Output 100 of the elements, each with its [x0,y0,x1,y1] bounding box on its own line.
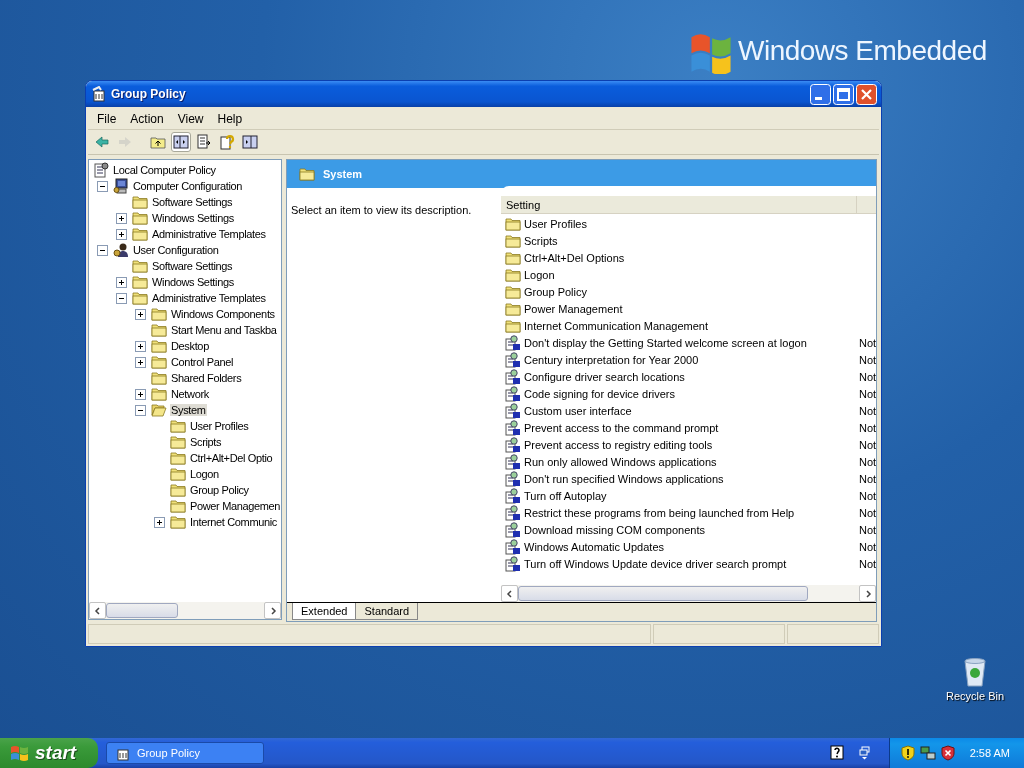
desktop-icon-label[interactable]: Recycle Bin [945,690,1005,702]
maximize-button[interactable] [833,83,854,105]
tree-item[interactable]: System [170,404,207,416]
setting-icon [505,368,521,385]
setting-icon [505,538,521,555]
expand-toggle[interactable] [135,356,146,368]
setting-state: Not [859,387,876,400]
setting-icon [505,555,521,572]
close-button[interactable] [856,83,877,105]
tree-item[interactable]: Start Menu and Taskba [170,324,278,336]
collapse-toggle[interactable] [135,404,146,416]
folder-icon [132,210,148,226]
expand-toggle[interactable] [135,340,146,352]
chevron-right-icon [863,589,872,598]
tree-item[interactable]: Control Panel [170,356,235,368]
setting-name[interactable]: Internet Communication Management [524,319,876,332]
collapse-toggle[interactable] [116,292,127,304]
tree-item[interactable]: Internet Communic [189,516,278,528]
tree-item[interactable]: Computer Configuration [132,180,244,192]
expand-toggle[interactable] [116,276,127,288]
setting-name[interactable]: Century interpretation for Year 2000 [524,353,856,366]
tree-item[interactable]: Software Settings [151,196,234,208]
setting-name[interactable]: Prevent access to the command prompt [524,421,856,434]
tree-item[interactable]: Local Computer Policy [112,164,217,176]
expand-toggle[interactable] [154,516,165,528]
setting-name[interactable]: Power Management [524,302,876,315]
setting-name[interactable]: Turn off Autoplay [524,489,856,502]
setting-name[interactable]: Prevent access to registry editing tools [524,438,856,451]
menu-item[interactable]: Action [123,110,171,128]
export-list-icon [196,134,212,150]
tree-item[interactable]: Shared Folders [170,372,243,384]
setting-name[interactable]: Code signing for device drivers [524,387,856,400]
menu-item[interactable]: View [170,110,211,128]
scroll-left-button[interactable] [501,585,518,602]
view-tab[interactable]: Standard [355,603,419,620]
collapse-toggle[interactable] [97,180,108,192]
tree-item[interactable]: Windows Settings [151,276,235,288]
setting-state: Not [859,557,876,570]
setting-name[interactable]: Turn off Windows Update device driver search prompt [524,557,856,570]
tree-item[interactable]: Software Settings [151,260,234,272]
setting-name[interactable]: Download missing COM components [524,523,856,536]
tree-item[interactable]: Desktop [170,340,210,352]
tree-item[interactable]: User Profiles [189,420,250,432]
chevron-left-icon [505,589,514,598]
folder-icon [299,166,315,182]
help-icon[interactable] [828,745,845,761]
windows-icon[interactable] [856,745,873,761]
start-button[interactable]: start [0,738,98,768]
view-tab[interactable]: Extended [292,603,357,620]
tree-item[interactable]: Group Policy [189,484,250,496]
setting-name[interactable]: User Profiles [524,217,876,230]
tree-item[interactable]: Network [170,388,210,400]
collapse-toggle[interactable] [97,244,108,256]
network-icon[interactable] [919,745,936,761]
setting-icon [505,487,521,504]
scroll-thumb[interactable] [518,586,808,601]
tree-item[interactable]: Administrative Templates [151,292,267,304]
tree-item[interactable]: Administrative Templates [151,228,267,240]
tree-item[interactable]: Scripts [189,436,223,448]
tree-item[interactable]: Logon [189,468,220,480]
setting-name[interactable]: Restrict these programs from being launched from Help [524,506,856,519]
scroll-left-button[interactable] [89,602,106,619]
setting-name[interactable]: Group Policy [524,285,876,298]
tree-item[interactable]: User Configuration [132,244,220,256]
expand-toggle[interactable] [135,308,146,320]
setting-name[interactable]: Scripts [524,234,876,247]
menu-item[interactable]: File [90,110,124,128]
taskbar-button[interactable]: Group Policy [106,742,264,764]
setting-state: Not [859,540,876,553]
expand-toggle[interactable] [116,212,127,224]
expand-toggle[interactable] [116,228,127,240]
toolbar-button[interactable] [240,132,260,152]
setting-name[interactable]: Don't run specified Windows applications [524,472,856,485]
setting-name[interactable]: Logon [524,268,876,281]
flag-logo-icon [10,743,30,763]
open-folder-icon [151,402,167,418]
setting-name[interactable]: Ctrl+Alt+Del Options [524,251,876,264]
folder-icon [505,249,521,266]
tree-item[interactable]: Ctrl+Alt+Del Optio [189,452,274,464]
setting-name[interactable]: Windows Automatic Updates [524,540,856,553]
setting-name[interactable]: Run only allowed Windows applications [524,455,856,468]
scroll-right-button[interactable] [859,585,876,602]
setting-icon [505,504,521,521]
setting-state: Not [859,404,876,417]
toolbar-button[interactable] [171,132,191,152]
menu-item[interactable]: Help [210,110,250,128]
folder-icon [151,370,167,386]
shield-icon[interactable] [939,745,956,761]
tree-item[interactable]: Power Managemen [189,500,281,512]
setting-name[interactable]: Don't display the Getting Started welcome screen at logon [524,336,856,349]
shield-icon[interactable] [899,745,916,761]
scroll-thumb[interactable] [106,603,178,618]
setting-name[interactable]: Configure driver search locations [524,370,856,383]
folder-icon [505,266,521,283]
setting-name[interactable]: Custom user interface [524,404,856,417]
minimize-button[interactable] [810,83,831,105]
expand-toggle[interactable] [135,388,146,400]
scroll-right-button[interactable] [264,602,281,619]
tree-item[interactable]: Windows Settings [151,212,235,224]
tree-item[interactable]: Windows Components [170,308,276,320]
